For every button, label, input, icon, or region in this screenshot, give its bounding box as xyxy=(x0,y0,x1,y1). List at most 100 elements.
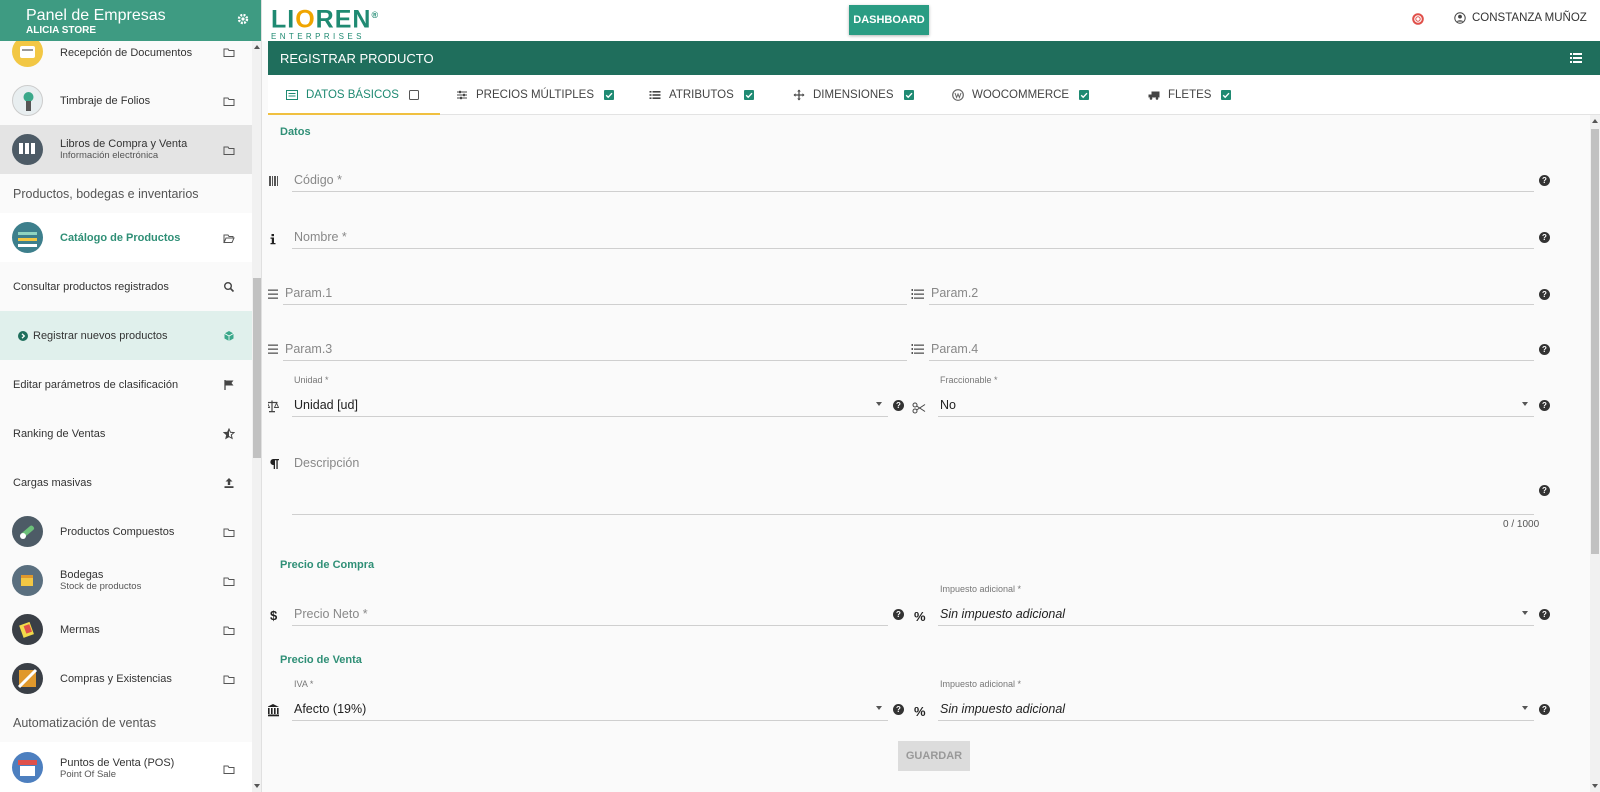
param3-field[interactable]: Param.3 xyxy=(283,333,907,361)
help-circle-icon[interactable]: ? xyxy=(1539,232,1550,243)
impuesto-compra-select[interactable]: Impuesto adicional * Sin impuesto adicio… xyxy=(938,584,1534,626)
user-circle-icon xyxy=(1454,12,1466,24)
checkbox-checked-icon[interactable] xyxy=(743,90,754,100)
tab-precios-multiples[interactable]: PRECIOS MÚLTIPLES xyxy=(456,75,615,115)
folder-icon xyxy=(223,577,235,586)
sidebar-item-label: Cargas masivas xyxy=(13,477,92,489)
pos-avatar-icon xyxy=(12,752,43,783)
descripcion-char-counter: 0 / 1000 xyxy=(1503,519,1540,530)
barcode-icon xyxy=(269,176,278,186)
sidebar-scrollbar-thumb[interactable] xyxy=(253,278,261,458)
sidebar-item-timbraje-folios[interactable]: Timbraje de Folios xyxy=(0,76,252,125)
sidebar-item-registrar-productos[interactable]: Registrar nuevos productos xyxy=(0,311,252,360)
folder-icon xyxy=(223,626,235,635)
help-circle-icon[interactable]: ? xyxy=(1539,485,1550,496)
impuesto-venta-select[interactable]: Impuesto adicional * Sin impuesto adicio… xyxy=(938,679,1534,721)
search-icon xyxy=(224,282,235,293)
sidebar-item-cargas-masivas[interactable]: Cargas masivas xyxy=(0,458,252,507)
sidebar-title: Panel de Empresas xyxy=(26,7,166,24)
scroll-up-icon[interactable] xyxy=(254,45,260,49)
help-circle-icon[interactable]: ? xyxy=(1539,289,1550,300)
help-circle-icon[interactable]: ? xyxy=(1539,609,1550,620)
lioren-logo[interactable]: LIOREN® ENTERPRISES xyxy=(271,3,379,41)
books-avatar-icon xyxy=(12,134,43,165)
nombre-field[interactable]: Nombre * xyxy=(292,221,1534,249)
help-circle-icon[interactable]: ? xyxy=(1539,400,1550,411)
checkbox-checked-icon[interactable] xyxy=(1079,90,1090,100)
scroll-down-icon[interactable] xyxy=(254,784,260,788)
tab-woocommerce[interactable]: WOOCOMMERCE xyxy=(952,75,1090,115)
checkbox-checked-icon[interactable] xyxy=(604,90,615,100)
help-circle-icon[interactable]: ? xyxy=(1539,344,1550,355)
tab-label: WOOCOMMERCE xyxy=(972,89,1070,101)
descripcion-textarea[interactable]: Descripción xyxy=(292,446,1534,515)
codigo-field[interactable]: Código * xyxy=(292,164,1534,192)
unidad-label: Unidad * xyxy=(294,375,329,385)
fraccionable-select[interactable]: Fraccionable * No xyxy=(938,375,1534,417)
sidebar-item-compras-existencias[interactable]: Compras y Existencias xyxy=(0,654,252,703)
main-scrollbar-thumb[interactable] xyxy=(1591,129,1599,554)
param4-field[interactable]: Param.4 xyxy=(929,333,1534,361)
page-title: REGISTRAR PRODUCTO xyxy=(280,51,434,66)
scroll-down-icon[interactable] xyxy=(1592,784,1598,788)
checkbox-checked-icon[interactable] xyxy=(903,90,914,100)
tab-dimensiones[interactable]: DIMENSIONES xyxy=(793,75,914,115)
sidebar-item-text: Bodegas Stock de productos xyxy=(60,569,141,593)
tab-label: DATOS BÁSICOS xyxy=(306,89,399,101)
save-button[interactable]: GUARDAR xyxy=(898,741,970,771)
svg-text:$: $ xyxy=(270,608,278,622)
tab-fletes[interactable]: FLETES xyxy=(1148,75,1232,115)
section-label: Automatización de ventas xyxy=(13,715,157,730)
percent-icon: % xyxy=(914,704,926,718)
documents-avatar-icon xyxy=(12,41,43,67)
help-circle-icon[interactable]: ? xyxy=(1539,704,1550,715)
sidebar-item-label: Ranking de Ventas xyxy=(13,428,106,440)
sidebar-item-bodegas[interactable]: Bodegas Stock de productos xyxy=(0,556,252,605)
user-menu[interactable]: CONSTANZA MUÑOZ xyxy=(1454,12,1587,24)
help-circle-icon[interactable]: ? xyxy=(893,704,904,715)
checkbox-checked-icon[interactable] xyxy=(1221,90,1232,100)
list-menu-icon[interactable] xyxy=(1570,53,1582,63)
sidebar-item-libros-compra-venta[interactable]: Libros de Compra y Venta Información ele… xyxy=(0,125,252,174)
scroll-up-icon[interactable] xyxy=(1592,119,1598,123)
logo-text-end: REN xyxy=(315,5,372,34)
sidebar-item-sublabel: Point Of Sale xyxy=(60,769,116,780)
sidebar-item-productos-compuestos[interactable]: Productos Compuestos xyxy=(0,507,252,556)
gear-icon[interactable] xyxy=(237,13,249,25)
precio-neto-field[interactable]: Precio Neto * xyxy=(292,598,888,626)
lifebuoy-icon[interactable] xyxy=(1412,13,1424,25)
sidebar-item-puntos-venta[interactable]: Puntos de Venta (POS) Point Of Sale xyxy=(0,742,252,792)
tab-atributos[interactable]: ATRIBUTOS xyxy=(649,75,754,115)
balance-scale-icon xyxy=(268,400,279,413)
tab-label: ATRIBUTOS xyxy=(669,89,734,101)
sidebar-item-recepcion-documentos[interactable]: Recepción de Documentos xyxy=(0,41,252,70)
main-scrollbar[interactable] xyxy=(1590,115,1600,792)
checkbox-unchecked-icon[interactable] xyxy=(408,90,419,100)
sidebar-company: ALICIA STORE xyxy=(26,25,97,36)
sidebar-item-mermas[interactable]: Mermas xyxy=(0,605,252,654)
svg-text:%: % xyxy=(914,704,926,718)
chevron-down-icon xyxy=(876,706,882,710)
help-circle-icon[interactable]: ? xyxy=(893,609,904,620)
shrinkage-avatar-icon xyxy=(12,614,43,645)
param1-field[interactable]: Param.1 xyxy=(283,277,907,305)
unidad-select[interactable]: Unidad * Unidad [ud] xyxy=(292,375,888,417)
sidebar-item-label: Bodegas xyxy=(60,569,104,581)
help-circle-icon[interactable]: ? xyxy=(893,400,904,411)
param2-field[interactable]: Param.2 xyxy=(929,277,1534,305)
arrows-move-icon xyxy=(793,89,805,101)
sidebar-item-ranking-ventas[interactable]: Ranking de Ventas xyxy=(0,409,252,458)
help-circle-icon[interactable]: ? xyxy=(1539,175,1550,186)
tab-bar: DATOS BÁSICOS PRECIOS MÚLTIPLES ATRIBUTO… xyxy=(268,75,1600,115)
dollar-icon: $ xyxy=(270,608,278,622)
top-bar: LIOREN® ENTERPRISES DASHBOARD CONSTANZA … xyxy=(262,0,1600,41)
sidebar-item-editar-parametros[interactable]: Editar parámetros de clasificación xyxy=(0,360,252,409)
sidebar-item-catalogo-productos[interactable]: Catálogo de Productos xyxy=(0,213,252,262)
chevron-down-icon xyxy=(1522,706,1528,710)
tab-datos-basicos[interactable]: DATOS BÁSICOS xyxy=(286,75,419,115)
dashboard-button[interactable]: DASHBOARD xyxy=(849,5,929,35)
sidebar-item-consultar-productos[interactable]: Consultar productos registrados xyxy=(0,262,252,311)
iva-select[interactable]: IVA * Afecto (19%) xyxy=(292,679,888,721)
sidebar-scrollbar[interactable] xyxy=(252,41,261,792)
tab-label: DIMENSIONES xyxy=(813,89,894,101)
